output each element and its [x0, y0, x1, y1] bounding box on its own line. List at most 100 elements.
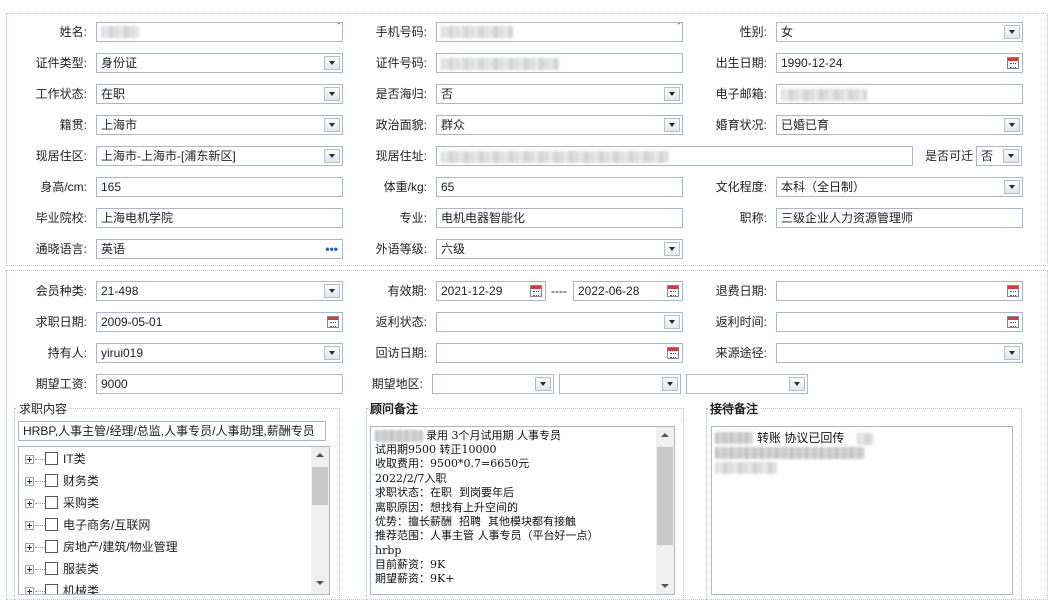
scroll-thumb[interactable] — [657, 447, 673, 545]
tree-scrollbar[interactable] — [311, 447, 329, 594]
rebate-status-select[interactable] — [436, 312, 683, 332]
name-field[interactable]: * — [96, 22, 343, 42]
calendar-icon[interactable] — [327, 316, 339, 328]
chevron-down-icon[interactable] — [324, 284, 340, 298]
expand-icon[interactable] — [25, 543, 34, 552]
calendar-icon[interactable] — [530, 285, 542, 297]
calendar-icon[interactable] — [1007, 285, 1019, 297]
advisor-notes-textarea[interactable]: 录用 3个月试用期 人事专员 试用期9500 转正10000 收取费用：9500… — [370, 426, 675, 595]
calendar-icon[interactable] — [667, 347, 679, 359]
reception-notes-title: 接待备注 — [708, 402, 761, 416]
revisit-date-field[interactable] — [436, 343, 683, 363]
chevron-down-icon[interactable] — [1004, 118, 1020, 132]
height-label: 身高/cm: — [40, 180, 87, 194]
id-number-field[interactable] — [436, 53, 683, 73]
holder-select[interactable]: yirui019 — [96, 343, 343, 363]
political-select[interactable]: 群众 — [436, 115, 683, 135]
rebate-time-label: 返利时间: — [715, 315, 767, 329]
marital-label: 婚育状况: — [715, 118, 767, 132]
expand-icon[interactable] — [25, 477, 34, 486]
residence-area-select[interactable]: 上海市-上海市-[浦东新区] — [96, 146, 343, 166]
chevron-down-icon[interactable] — [789, 377, 805, 391]
more-options-icon[interactable]: ••• — [325, 240, 338, 258]
scroll-up-icon[interactable] — [311, 449, 329, 461]
email-field[interactable] — [776, 84, 1023, 104]
checkbox[interactable] — [45, 518, 58, 531]
scroll-down-icon[interactable] — [311, 577, 329, 589]
checkbox[interactable] — [45, 452, 58, 465]
education-select[interactable]: 本科（全日制） — [776, 177, 1023, 197]
calendar-icon[interactable] — [1007, 57, 1019, 69]
calendar-icon[interactable] — [1007, 316, 1019, 328]
birth-date-field[interactable]: 1990-12-24 — [776, 53, 1023, 73]
chevron-down-icon[interactable] — [1004, 346, 1020, 360]
chevron-down-icon[interactable] — [664, 315, 680, 329]
language-field[interactable]: 英语 ••• — [96, 239, 343, 259]
foreign-level-select[interactable]: 六级 — [436, 239, 683, 259]
expand-icon[interactable] — [25, 521, 34, 530]
chevron-down-icon[interactable] — [664, 118, 680, 132]
chevron-down-icon[interactable] — [662, 377, 678, 391]
redacted-text — [715, 432, 753, 444]
gender-select[interactable]: 女 — [776, 22, 1023, 42]
expected-area-district-select[interactable] — [686, 374, 808, 394]
expected-area-province-select[interactable] — [432, 374, 554, 394]
checkbox[interactable] — [45, 540, 58, 553]
checkbox[interactable] — [45, 562, 58, 575]
marital-select[interactable]: 已婚已育 — [776, 115, 1023, 135]
chevron-down-icon[interactable] — [1004, 25, 1020, 39]
weight-field[interactable]: 65 — [436, 177, 683, 197]
returnee-select[interactable]: 否 — [436, 84, 683, 104]
expand-icon[interactable] — [25, 455, 34, 464]
chevron-down-icon[interactable] — [1004, 180, 1020, 194]
expand-icon[interactable] — [25, 565, 34, 574]
expected-salary-field[interactable]: 9000 — [96, 374, 343, 394]
notes-scrollbar[interactable] — [656, 427, 674, 594]
source-select[interactable] — [776, 343, 1023, 363]
checkbox[interactable] — [45, 496, 58, 509]
height-field[interactable]: 165 — [96, 177, 343, 197]
rebate-time-field[interactable] — [776, 312, 1023, 332]
expand-icon[interactable] — [25, 499, 34, 508]
school-field[interactable]: 上海电机学院 — [96, 208, 343, 228]
chevron-down-icon[interactable] — [324, 149, 340, 163]
validity-from-field[interactable]: 2021-12-29 — [436, 281, 546, 301]
checkbox[interactable] — [45, 474, 58, 487]
chevron-down-icon[interactable] — [1003, 149, 1019, 163]
id-type-select[interactable]: 身份证 — [96, 53, 343, 73]
validity-to-field[interactable]: 2022-06-28 — [573, 281, 683, 301]
refund-date-field[interactable] — [776, 281, 1023, 301]
chevron-down-icon[interactable] — [324, 118, 340, 132]
expected-area-city-select[interactable] — [559, 374, 681, 394]
chevron-down-icon[interactable] — [535, 377, 551, 391]
job-content-field[interactable]: HRBP,人事主管/经理/总监,人事专员/人事助理,薪酬专员 — [18, 421, 326, 441]
job-content-title: 求职内容 — [17, 402, 70, 416]
checkbox[interactable] — [45, 584, 58, 594]
chevron-down-icon[interactable] — [664, 87, 680, 101]
chevron-down-icon[interactable] — [324, 56, 340, 70]
expand-icon[interactable] — [25, 587, 34, 594]
chevron-down-icon[interactable] — [324, 346, 340, 360]
relocate-select[interactable]: 否 — [976, 146, 1022, 166]
address-field[interactable] — [436, 146, 913, 166]
scroll-up-icon[interactable] — [656, 429, 674, 441]
validity-label: 有效期: — [387, 284, 427, 298]
advisor-note-line: 2022/2/7入职 — [375, 472, 447, 485]
redacted-text — [375, 430, 423, 442]
member-type-select[interactable]: 21-498 — [96, 281, 343, 301]
title-field[interactable]: 三级企业人力资源管理师 — [776, 208, 1023, 228]
scroll-thumb[interactable] — [312, 467, 328, 505]
advisor-note-line: 求职状态：在职 到岗要年后 — [375, 486, 514, 499]
work-status-select[interactable]: 在职 — [96, 84, 343, 104]
native-place-select[interactable]: 上海市 — [96, 115, 343, 135]
personal-info-panel — [6, 13, 1048, 266]
chevron-down-icon[interactable] — [324, 87, 340, 101]
chevron-down-icon[interactable] — [664, 242, 680, 256]
major-field[interactable]: 电机电器智能化 — [436, 208, 683, 228]
mobile-field[interactable]: * — [436, 22, 683, 42]
calendar-icon[interactable] — [667, 285, 679, 297]
job-date-field[interactable]: 2009-05-01 — [96, 312, 343, 332]
foreign-level-label: 外语等级: — [375, 242, 427, 256]
reception-notes-textarea[interactable]: 转账 协议已回传 — [711, 426, 1013, 595]
scroll-down-icon[interactable] — [656, 580, 674, 592]
